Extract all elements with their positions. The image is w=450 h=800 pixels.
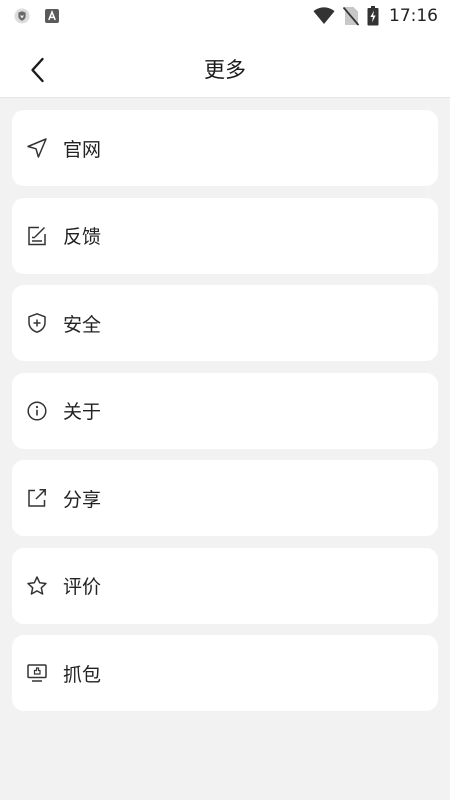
menu-item-capture[interactable]: 抓包 bbox=[12, 635, 438, 711]
status-time: 17:16 bbox=[389, 6, 438, 26]
status-bar: 17:16 bbox=[0, 0, 450, 32]
share-box-icon bbox=[26, 487, 48, 509]
menu-item-label: 关于 bbox=[63, 401, 102, 423]
shield-notification-icon bbox=[14, 8, 30, 24]
menu-item-label: 安全 bbox=[63, 313, 102, 336]
info-circle-icon bbox=[26, 400, 48, 422]
menu-item-website[interactable]: 官网 bbox=[12, 110, 438, 186]
menu-item-feedback[interactable]: 反馈 bbox=[12, 197, 438, 274]
app-bar: 更多 bbox=[0, 32, 450, 98]
a-notification-icon bbox=[44, 8, 60, 24]
battery-charging-icon bbox=[367, 6, 379, 26]
wifi-icon bbox=[313, 7, 335, 25]
edit-note-icon bbox=[26, 225, 48, 247]
no-sim-icon bbox=[343, 6, 359, 26]
monitor-capture-icon bbox=[26, 662, 48, 684]
status-bar-right: 17:16 bbox=[313, 6, 438, 26]
menu-item-rate[interactable]: 评价 bbox=[12, 547, 438, 624]
menu-list: 官网 反馈 安全 关于 分享 评价 抓包 bbox=[12, 110, 438, 723]
star-icon bbox=[26, 575, 48, 597]
status-bar-left bbox=[14, 8, 60, 24]
menu-item-share[interactable]: 分享 bbox=[12, 460, 438, 536]
navigation-arrow-icon bbox=[26, 137, 48, 159]
menu-item-about[interactable]: 关于 bbox=[12, 372, 438, 449]
menu-item-security[interactable]: 安全 bbox=[12, 285, 438, 361]
menu-item-label: 抓包 bbox=[63, 663, 102, 686]
menu-item-label: 评价 bbox=[63, 576, 102, 598]
menu-item-label: 反馈 bbox=[63, 226, 102, 248]
shield-plus-icon bbox=[26, 312, 48, 334]
menu-item-label: 分享 bbox=[63, 488, 102, 511]
page-title: 更多 bbox=[204, 58, 246, 82]
menu-item-label: 官网 bbox=[63, 138, 102, 161]
